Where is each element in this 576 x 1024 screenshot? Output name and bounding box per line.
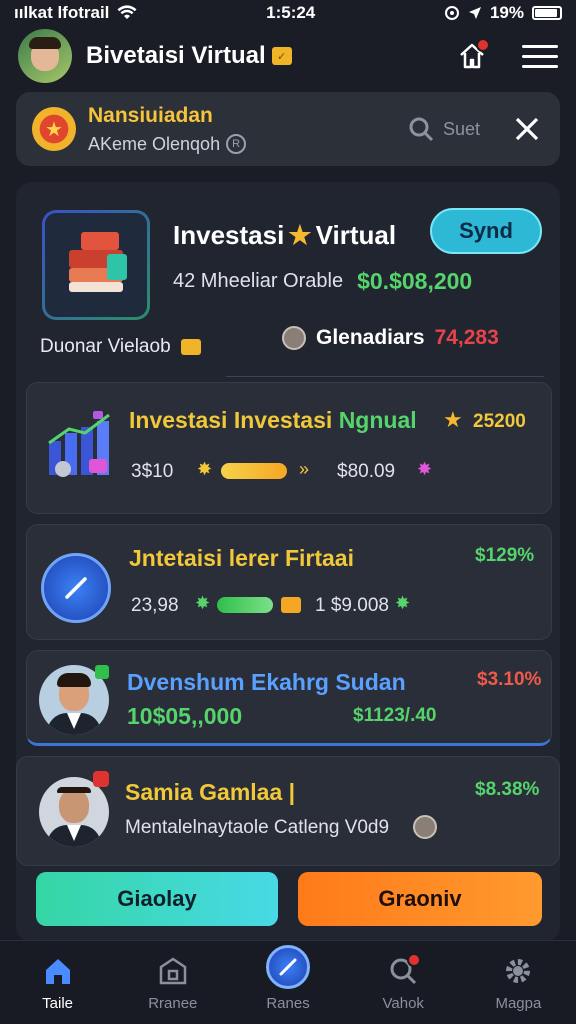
card2-right-num: 1 $9.008 <box>315 595 389 616</box>
hero-image <box>42 210 150 320</box>
registered-icon: R <box>226 134 247 154</box>
card4-title: Samia Gamlaa | <box>125 779 296 805</box>
tab-settings-label: Magpa <box>495 995 542 1012</box>
alert-badge <box>93 771 109 787</box>
progress-bar-yellow <box>221 463 287 479</box>
folder-icon <box>180 339 201 355</box>
tab-settings[interactable]: Magpa <box>461 941 576 1024</box>
card2-pct: $129% <box>475 545 535 566</box>
sparkle-icon: ✸ <box>195 593 211 613</box>
bank-icon <box>159 957 187 985</box>
sparkle-icon: ✸ <box>197 459 213 479</box>
user-avatar[interactable] <box>18 29 72 83</box>
star-icon: ★ <box>288 220 312 250</box>
mini-avatar <box>413 815 437 839</box>
notice-subtitle: AKeme Olenqoh <box>88 133 221 154</box>
card3-right-amount: $1123/.40 <box>353 705 437 726</box>
home-notifications-button[interactable] <box>454 38 490 74</box>
card3-amount: 10$05,,000 <box>127 703 243 729</box>
tab-home[interactable]: Taile <box>0 941 115 1024</box>
tab-search[interactable]: Vahok <box>346 941 461 1024</box>
status-badge <box>95 665 109 679</box>
hero-caption: Duonar Vielaob <box>40 336 171 357</box>
progress-bar-green <box>217 597 273 613</box>
verified-badge-icon: ✓ <box>271 47 292 65</box>
notice-search-button[interactable]: Suet <box>407 115 480 143</box>
primary-action-button[interactable]: Giaolay <box>36 872 278 926</box>
status-bar: ıılkat lfotrail 1:5:24 19% <box>0 0 576 26</box>
location-icon <box>468 7 481 19</box>
growth-chart-icon <box>48 411 110 477</box>
send-button[interactable]: Synd <box>430 208 542 254</box>
tab-compose[interactable]: Ranes <box>230 941 345 1024</box>
menu-icon <box>522 44 558 48</box>
card1-left-num: 3$10 <box>131 461 174 482</box>
card1-value: 25200 <box>473 411 526 432</box>
home-icon <box>45 959 70 984</box>
sparkle-icon: ✸ <box>395 593 411 613</box>
notification-dot <box>476 38 490 52</box>
battery-percent: 19% <box>489 3 524 22</box>
secondary-action-button[interactable]: Graoniv <box>298 872 542 926</box>
investment-card-2[interactable]: Jntetaisi lerer Firtaai $129% 23,98 ✸ 1 … <box>26 524 552 640</box>
hero-right-value: 74,283 <box>434 326 499 349</box>
person-avatar <box>39 777 109 847</box>
bottom-tab-bar: Taile Rranee Ranes Vahok Magpa <box>0 940 576 1024</box>
close-button[interactable] <box>510 112 544 146</box>
wifi-icon <box>117 5 137 19</box>
tab-bank-label: Rranee <box>148 995 198 1012</box>
notice-banner: ★ Nansiuiadan AKeme Olenqoh R Suet <box>16 92 560 166</box>
coin-icon: ★ <box>32 107 76 151</box>
card3-pct: $3.10% <box>477 669 542 690</box>
card3-title: Dvenshum Ekahrg Sudan <box>127 669 406 695</box>
stacked-blocks-icon <box>61 230 131 300</box>
app-title: Bivetaisi Virtual <box>86 42 266 69</box>
tab-search-label: Vahok <box>382 995 424 1012</box>
clock: 1:5:24 <box>266 3 316 22</box>
hero-title: Investasi ★ Virtual <box>173 220 396 251</box>
hero-right-label: Glenadiars <box>316 326 425 349</box>
investment-card-3[interactable]: Dvenshum Ekahrg Sudan $3.10% 10$05,,000 … <box>26 650 552 746</box>
alarm-icon <box>444 6 459 20</box>
tab-compose-label: Ranes <box>266 995 310 1012</box>
notice-title: Nansiuiadan <box>88 103 213 127</box>
card1-title-b: Ngnual <box>338 407 417 433</box>
hero-section: Investasi ★ Virtual Synd 42 Mheeliar Ora… <box>16 182 560 378</box>
hero-amount: $0.$08,200 <box>357 268 473 294</box>
close-icon <box>515 117 539 141</box>
card2-left-num: 23,98 <box>131 595 179 616</box>
progress-bar-orange <box>281 597 301 613</box>
tab-bank[interactable]: Rranee <box>115 941 230 1024</box>
card1-title-a: Investasi Investasi <box>129 407 333 433</box>
investment-card-4[interactable]: Samia Gamlaa | $8.38% Mentalelnaytaole C… <box>16 756 560 866</box>
battery-icon <box>532 6 562 20</box>
sparkle-icon: ✸ <box>417 459 433 479</box>
gear-icon <box>506 959 531 983</box>
app-header: Bivetaisi Virtual ✓ <box>0 26 576 86</box>
search-icon <box>409 117 434 142</box>
investment-card-1[interactable]: Investasi Investasi Ngnual ★ 25200 3$10 … <box>26 382 552 514</box>
compose-button[interactable] <box>41 553 111 623</box>
card4-sub: Mentalelnaytaole Catleng V0d9 <box>125 817 390 838</box>
card1-right-num: $80.09 <box>337 461 396 482</box>
divider <box>226 376 544 377</box>
hero-count: 42 Mheeliar Orable <box>173 270 344 292</box>
card2-title: Jntetaisi lerer Firtaai <box>129 545 354 571</box>
search-label: Suet <box>442 118 480 139</box>
star-icon: ★ <box>443 407 463 432</box>
carrier-label: ıılkat lfotrail <box>14 3 110 22</box>
pencil-icon <box>65 577 87 599</box>
compose-icon <box>279 958 297 976</box>
menu-button[interactable] <box>522 44 558 68</box>
card4-pct: $8.38% <box>475 779 540 800</box>
tab-home-label: Taile <box>42 995 74 1012</box>
hero-title-part1: Investasi <box>173 220 285 250</box>
double-arrow-icon: » <box>299 459 310 479</box>
mini-avatar <box>282 326 306 350</box>
hero-title-part2: Virtual <box>315 220 397 250</box>
